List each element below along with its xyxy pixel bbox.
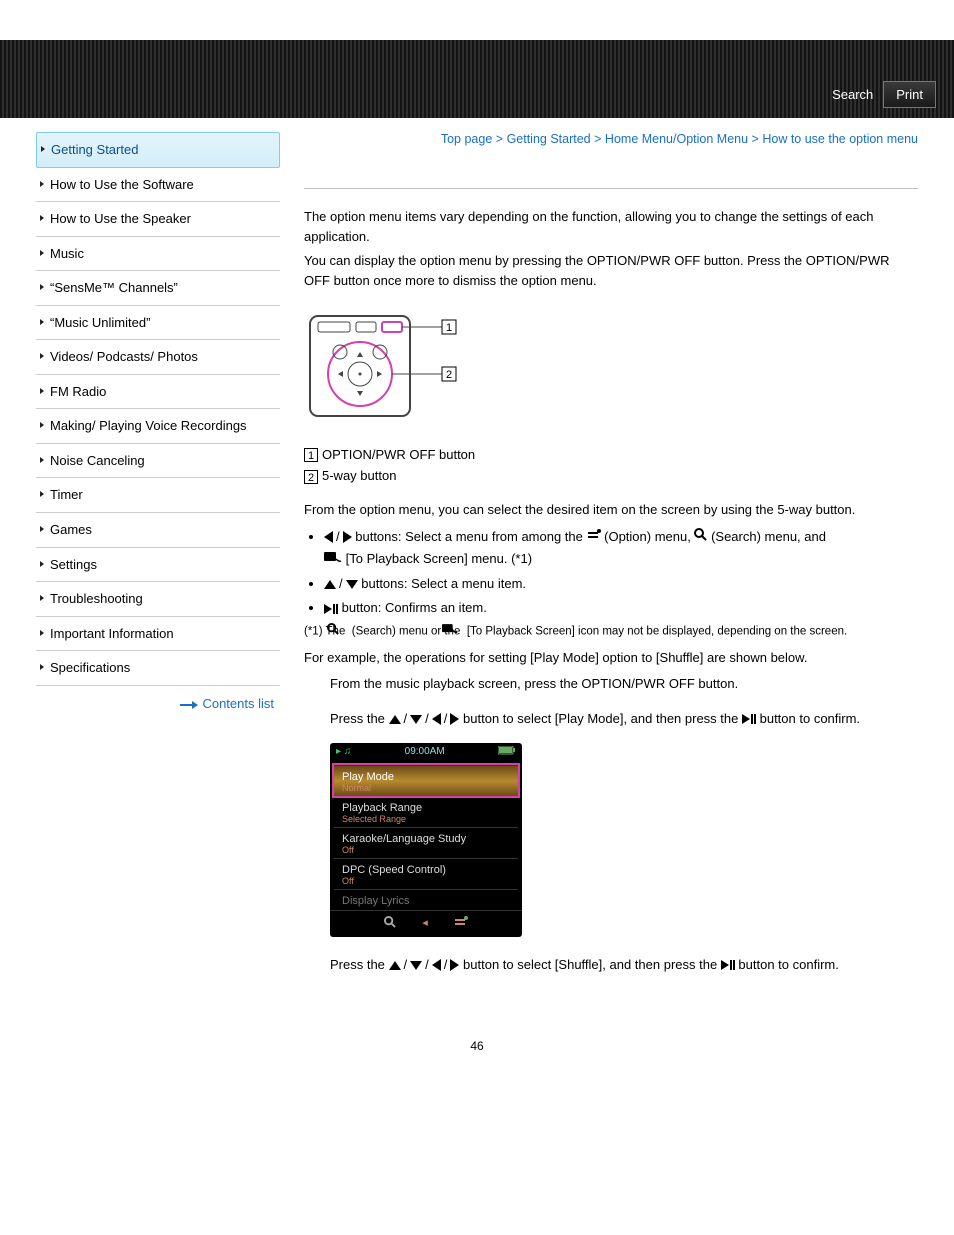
breadcrumb-b1[interactable]: Getting Started <box>507 132 591 146</box>
search-icon <box>694 526 707 548</box>
down-arrow-icon <box>346 580 358 589</box>
up-arrow-icon <box>389 961 401 970</box>
sidebar-item[interactable]: Settings <box>36 548 280 583</box>
divider <box>304 188 918 189</box>
sidebar-item[interactable]: How to Use the Speaker <box>36 202 280 237</box>
sidebar-item[interactable]: FM Radio <box>36 375 280 410</box>
sidebar-item[interactable]: “Music Unlimited” <box>36 306 280 341</box>
device-menu-row: Karaoke/Language StudyOff <box>334 827 518 858</box>
battery-icon <box>498 746 516 758</box>
breadcrumb: Top page > Getting Started > Home Menu/O… <box>304 132 918 146</box>
right-arrow-icon <box>450 959 459 971</box>
header-bar: Search Print <box>0 40 954 118</box>
option-menu-icon <box>587 526 601 548</box>
contents-list-link[interactable]: Contents list <box>202 696 274 711</box>
left-arrow-icon <box>432 713 441 725</box>
intro-para-2: You can display the option menu by press… <box>304 251 918 291</box>
up-arrow-icon <box>324 580 336 589</box>
print-button[interactable]: Print <box>883 81 936 108</box>
breadcrumb-b2[interactable]: Home Menu/Option Menu <box>605 132 748 146</box>
breadcrumb-sep: > <box>594 132 601 146</box>
up-arrow-icon <box>389 715 401 724</box>
device-screenshot: ▸ ♫ 09:00AM Play ModeNormalPlayback Rang… <box>330 743 522 937</box>
down-arrow-icon <box>410 961 422 970</box>
legend-2: 25-way button <box>304 468 918 484</box>
right-arrow-icon <box>450 713 459 725</box>
svg-text:1: 1 <box>446 322 452 334</box>
sidebar-item[interactable]: Noise Canceling <box>36 444 280 479</box>
play-pause-icon <box>742 714 756 724</box>
bullet-3: button: Confirms an item. <box>324 597 918 619</box>
sidebar-item[interactable]: Making/ Playing Voice Recordings <box>36 409 280 444</box>
music-note-icon: ▸ ♫ <box>336 746 351 757</box>
sidebar-item[interactable]: Troubleshooting <box>36 582 280 617</box>
sidebar-item[interactable]: Games <box>36 513 280 548</box>
sidebar-item[interactable]: Getting Started <box>36 132 280 168</box>
main-content: Top page > Getting Started > Home Menu/O… <box>304 132 918 989</box>
play-pause-icon <box>721 960 735 970</box>
option-menu-icon <box>454 916 468 931</box>
step-1: From the music playback screen, press th… <box>330 674 918 694</box>
sidebar-item[interactable]: Videos/ Podcasts/ Photos <box>36 340 280 375</box>
bullet-list: / buttons: Select a menu from among the … <box>304 526 918 619</box>
sidebar-item[interactable]: Timer <box>36 478 280 513</box>
arrow-right-icon <box>180 697 198 712</box>
legend-1: 1OPTION/PWR OFF button <box>304 447 918 463</box>
svg-text:2: 2 <box>446 369 452 381</box>
play-pause-icon <box>324 604 338 614</box>
device-menu-row: DPC (Speed Control)Off <box>334 858 518 889</box>
search-link[interactable]: Search <box>832 87 873 102</box>
device-time: 09:00AM <box>405 746 445 757</box>
sidebar-item[interactable]: How to Use the Software <box>36 168 280 203</box>
right-arrow-icon <box>343 531 352 543</box>
left-arrow-icon <box>432 959 441 971</box>
example-intro: For example, the operations for setting … <box>304 648 918 668</box>
search-icon <box>384 916 396 931</box>
bullet-1: / buttons: Select a menu from among the … <box>324 526 918 571</box>
page-number: 46 <box>0 1039 954 1053</box>
step-2: Press the /// button to select [Play Mod… <box>330 709 918 729</box>
breadcrumb-sep: > <box>752 132 759 146</box>
footnote: (*1) The (Search) menu or the [To Playba… <box>326 623 918 640</box>
left-caret-icon: ◂ <box>422 916 428 931</box>
device-menu-row: Display Lyrics <box>334 889 518 910</box>
breadcrumb-top[interactable]: Top page <box>441 132 492 146</box>
breadcrumb-sep: > <box>496 132 503 146</box>
sidebar-item[interactable]: Important Information <box>36 617 280 652</box>
sidebar-item[interactable]: Specifications <box>36 651 280 686</box>
down-arrow-icon <box>410 715 422 724</box>
left-arrow-icon <box>324 531 333 543</box>
intro-para-1: The option menu items vary depending on … <box>304 207 918 247</box>
to-playback-icon <box>324 549 342 571</box>
sidebar-item[interactable]: Music <box>36 237 280 272</box>
sidebar-nav: Getting StartedHow to Use the SoftwareHo… <box>36 132 280 989</box>
breadcrumb-current: How to use the option menu <box>762 132 918 146</box>
device-menu-row: Playback RangeSelected Range <box>334 796 518 827</box>
bullet-2: / buttons: Select a menu item. <box>324 573 918 595</box>
device-menu-row: Play ModeNormal <box>334 765 518 796</box>
step-3: Press the /// button to select [Shuffle]… <box>330 955 918 975</box>
sidebar-item[interactable]: “SensMe™ Channels” <box>36 271 280 306</box>
instruction-para: From the option menu, you can select the… <box>304 500 918 520</box>
device-diagram: 1 2 <box>304 310 464 425</box>
